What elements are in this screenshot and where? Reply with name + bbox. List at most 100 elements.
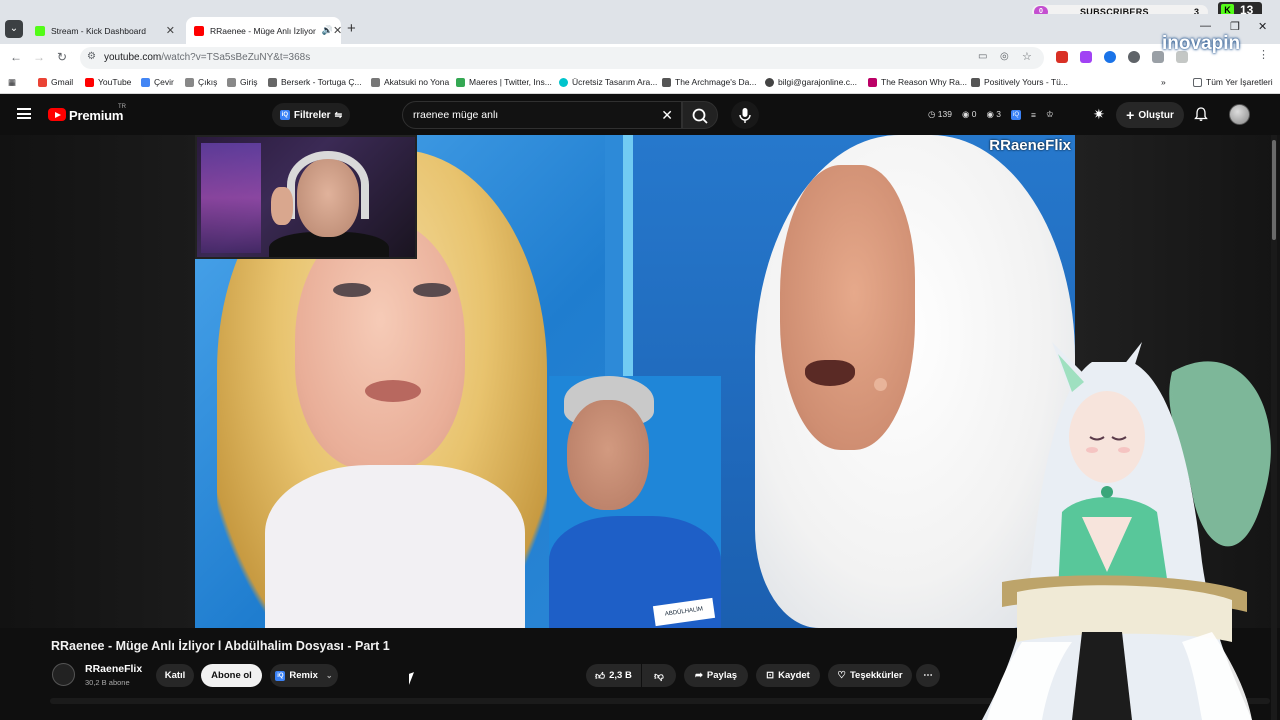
- bookmark-youtube[interactable]: YouTube: [85, 77, 131, 87]
- minimize-button[interactable]: —: [1200, 20, 1211, 32]
- extension-badge-icon: iQ: [275, 670, 286, 681]
- bookmark-akatsuki[interactable]: Akatsuki no Yona: [371, 77, 449, 87]
- save-label: Kaydet: [778, 670, 810, 681]
- heart-dollar-icon: ♡: [837, 670, 846, 681]
- dislike-button[interactable]: 👎︎: [642, 664, 676, 687]
- bookmark-label: bilgi@garajonline.c...: [778, 77, 858, 87]
- host-mouth: [365, 380, 421, 402]
- lapel-microphone: [874, 378, 887, 391]
- subscribe-button[interactable]: Abone ol: [201, 664, 262, 687]
- bookmark-translate[interactable]: Çevir: [141, 77, 174, 87]
- bookmark-design[interactable]: Ücretsiz Tasarım Ara...: [559, 77, 657, 87]
- bookmark-berserk[interactable]: Berserk - Tortuga Ç...: [268, 77, 362, 87]
- close-tab-icon[interactable]: ✕: [166, 24, 175, 37]
- tab-kick-dashboard[interactable]: Stream - Kick Dashboard ✕: [27, 17, 183, 44]
- channel-avatar[interactable]: [52, 663, 75, 686]
- extension-badge-icon[interactable]: iQ: [1011, 109, 1021, 120]
- tab-search-button[interactable]: ⌄: [5, 20, 23, 38]
- create-button[interactable]: + Oluştur: [1116, 102, 1184, 128]
- clear-search-icon[interactable]: ✕: [661, 107, 673, 124]
- eye-icon: ◉ 3: [986, 109, 1001, 119]
- remix-label: Remix: [289, 670, 318, 681]
- close-window-button[interactable]: ✕: [1258, 20, 1267, 33]
- bookmark-label: Giriş: [240, 77, 258, 87]
- url-host: youtube.com: [104, 52, 162, 63]
- thumbs-down-icon: 👎︎: [654, 670, 664, 682]
- tab-youtube[interactable]: RRaenee - Müge Anlı İzliyor 🔊 ✕: [186, 17, 341, 44]
- youtube-logo-text[interactable]: Premium: [69, 108, 123, 123]
- bookmark-maeres[interactable]: Maeres | Twitter, Ins...: [456, 77, 552, 87]
- account-avatar[interactable]: [1229, 104, 1250, 125]
- site-info-icon[interactable]: ⚙: [87, 51, 96, 62]
- extension-icon[interactable]: [1128, 51, 1140, 63]
- back-icon[interactable]: ←: [10, 50, 22, 64]
- share-label: Paylaş: [706, 670, 738, 681]
- all-bookmarks[interactable]: Tüm Yer İşaretleri: [1193, 77, 1273, 87]
- tab-title: RRaenee - Müge Anlı İzliyor: [210, 25, 316, 36]
- bookmark-label: The Archmage's Da...: [675, 77, 757, 87]
- more-actions-button[interactable]: ⋯: [916, 664, 940, 687]
- headphones-icon: [287, 151, 369, 219]
- reload-icon[interactable]: ↻: [57, 50, 67, 64]
- bookmark-star-icon[interactable]: ☆: [1022, 50, 1032, 63]
- bookmark-label: Tüm Yer İşaretleri: [1206, 77, 1273, 87]
- scrollbar-thumb[interactable]: [1272, 140, 1276, 240]
- thanks-button[interactable]: ♡ Teşekkürler: [828, 664, 912, 687]
- forward-icon[interactable]: →: [33, 50, 45, 64]
- bookmark-label: Çıkış: [198, 77, 218, 87]
- filters-button[interactable]: iQ Filtreler ⇋: [272, 103, 350, 127]
- video-title: RRaenee - Müge Anlı İzliyor l Abdülhalim…: [51, 639, 390, 653]
- remix-button[interactable]: iQ Remix ⌄: [270, 664, 338, 687]
- install-app-icon[interactable]: ▭: [978, 51, 987, 62]
- voice-search-button[interactable]: [731, 101, 759, 129]
- trophy-icon[interactable]: ♔: [1046, 109, 1054, 120]
- list-icon[interactable]: ≡: [1031, 110, 1036, 120]
- bookmark-exit[interactable]: Çıkış: [185, 77, 217, 87]
- menu-icon[interactable]: [17, 108, 31, 119]
- maximize-button[interactable]: ❐: [1230, 20, 1240, 33]
- channel-name[interactable]: RRaeneFlix: [85, 663, 142, 675]
- share-icon: ➦: [694, 670, 703, 681]
- bookmark-archmage[interactable]: The Archmage's Da...: [662, 77, 756, 87]
- chevron-down-icon: ⌄: [325, 671, 333, 680]
- close-tab-icon[interactable]: ✕: [333, 24, 341, 37]
- more-bookmarks-icon[interactable]: »: [1161, 77, 1166, 87]
- apps-icon[interactable]: ▦: [8, 77, 16, 88]
- bookmark-label: YouTube: [98, 77, 132, 87]
- bookmark-gmail[interactable]: Gmail: [38, 77, 73, 87]
- url-text: youtube.com/watch?v=TSa5sBeZuNY&t=368s: [104, 52, 310, 63]
- bookmark-positively[interactable]: Positively Yours - Tü...: [971, 77, 1068, 87]
- new-tab-button[interactable]: +: [347, 20, 356, 37]
- bookmark-login[interactable]: Giriş: [227, 77, 257, 87]
- guest-mouth: [805, 360, 855, 386]
- address-bar[interactable]: ⚙ youtube.com/watch?v=TSa5sBeZuNY&t=368s…: [80, 47, 1044, 69]
- search-input[interactable]: rraenee müge anlı ✕: [402, 101, 682, 129]
- thanks-label: Teşekkürler: [849, 670, 903, 681]
- menu-icon[interactable]: ⋮: [1258, 48, 1270, 61]
- bookmark-label: The Reason Why Ra...: [881, 77, 967, 87]
- extension-icon[interactable]: [1104, 51, 1116, 63]
- eye-off-icon[interactable]: ◎: [1000, 51, 1009, 62]
- like-button[interactable]: 👍︎ 2,3 B: [586, 664, 641, 687]
- share-button[interactable]: ➦ Paylaş: [684, 664, 748, 687]
- save-button[interactable]: ⊡ Kaydet: [756, 664, 820, 687]
- extension-settings-icon[interactable]: ✷: [1093, 106, 1105, 123]
- webcam-background-lights: [201, 143, 261, 253]
- bookmark-reason[interactable]: The Reason Why Ra...: [868, 77, 967, 87]
- extension-icon[interactable]: [1080, 51, 1092, 63]
- search-button[interactable]: [682, 101, 718, 129]
- audio-icon[interactable]: 🔊: [322, 25, 333, 36]
- subscribe-label: Abone ol: [211, 670, 252, 681]
- join-button[interactable]: Katıl: [156, 664, 194, 687]
- eye-icon: ◉ 0: [961, 109, 977, 119]
- create-label: Oluştur: [1138, 109, 1174, 121]
- notifications-bell-icon[interactable]: [1194, 107, 1208, 122]
- inovapin-logo: inovapin: [1162, 33, 1241, 54]
- youtube-logo-icon[interactable]: [48, 108, 66, 121]
- extension-icon[interactable]: [1056, 51, 1068, 63]
- bookmark-garaj[interactable]: bilgi@garajonline.c...: [765, 77, 857, 87]
- bookmark-label: Ücretsiz Tasarım Ara...: [572, 77, 658, 87]
- inset-video: ABDÜLHALİM: [549, 376, 721, 628]
- sliders-icon: ⇋: [334, 109, 343, 120]
- microphone-icon: [739, 108, 751, 123]
